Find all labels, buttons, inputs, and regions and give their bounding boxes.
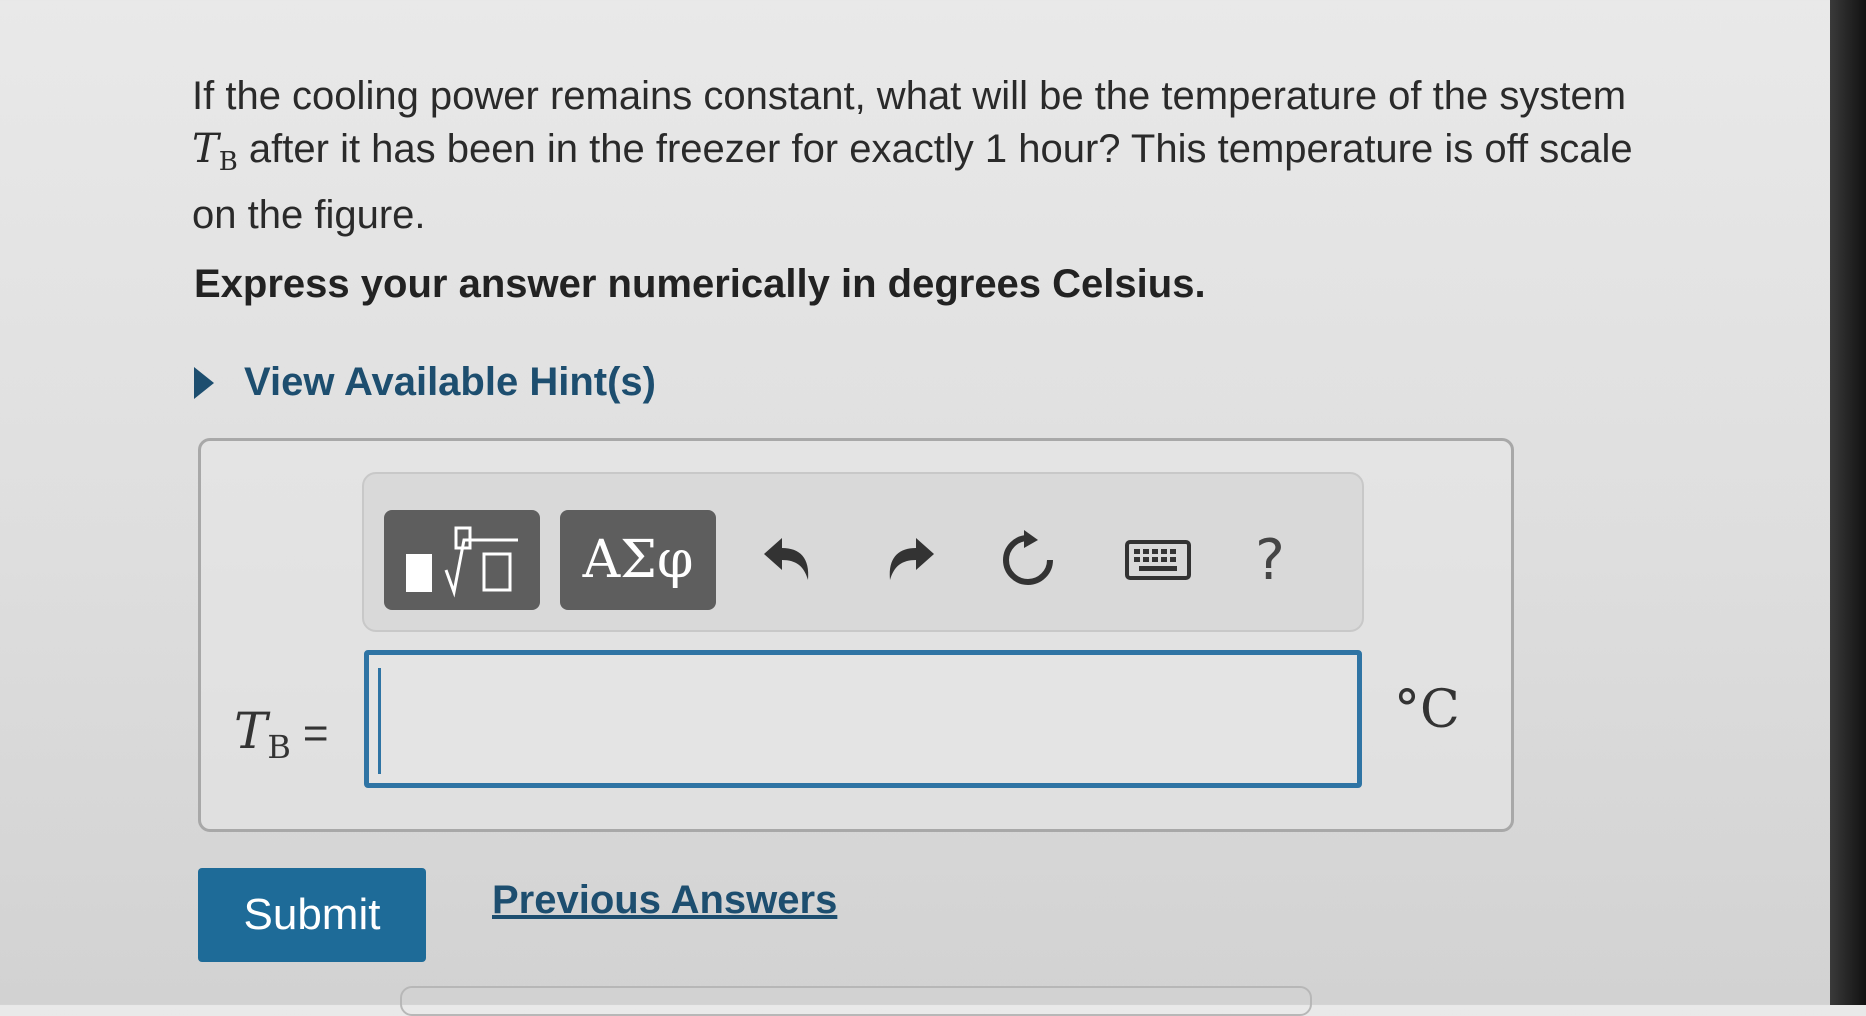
question-text-part2: after it has been in the freezer for exa…: [192, 127, 1633, 237]
question-text: If the cooling power remains constant, w…: [192, 70, 1672, 242]
question-variable: T: [192, 126, 219, 172]
view-hints-label: View Available Hint(s): [244, 360, 656, 404]
keyboard-button[interactable]: [1108, 510, 1208, 610]
answer-variable-subscript: B: [267, 728, 291, 766]
screen-bezel: [1830, 0, 1866, 1005]
redo-icon: [889, 538, 934, 580]
text-cursor: [378, 668, 381, 774]
keyboard-icon: [1125, 540, 1191, 580]
undo-icon: [764, 538, 809, 580]
reset-icon: [1003, 530, 1053, 585]
submit-button[interactable]: Submit: [198, 868, 426, 962]
greek-symbols-button[interactable]: ΑΣφ: [560, 510, 716, 610]
equals-sign: =: [302, 709, 329, 758]
help-button[interactable]: ?: [1230, 510, 1310, 610]
answer-instruction: Express your answer numerically in degre…: [194, 262, 1206, 306]
previous-answers-link[interactable]: Previous Answers: [492, 878, 837, 923]
answer-input[interactable]: [364, 650, 1362, 788]
next-panel-edge: [400, 986, 1312, 1016]
undo-button[interactable]: [748, 510, 828, 610]
answer-variable: T: [234, 702, 268, 760]
templates-icon: [406, 526, 518, 598]
templates-button[interactable]: [384, 510, 540, 610]
help-icon: ?: [1255, 527, 1285, 593]
answer-unit: °C: [1394, 680, 1460, 740]
view-hints-toggle[interactable]: View Available Hint(s): [194, 360, 656, 405]
reset-button[interactable]: [988, 510, 1068, 610]
redo-button[interactable]: [870, 510, 950, 610]
question-text-part1: If the cooling power remains constant, w…: [192, 74, 1627, 118]
expand-triangle-icon: [194, 366, 214, 399]
answer-label: TB =: [234, 702, 329, 766]
question-variable-subscript: B: [218, 147, 238, 177]
